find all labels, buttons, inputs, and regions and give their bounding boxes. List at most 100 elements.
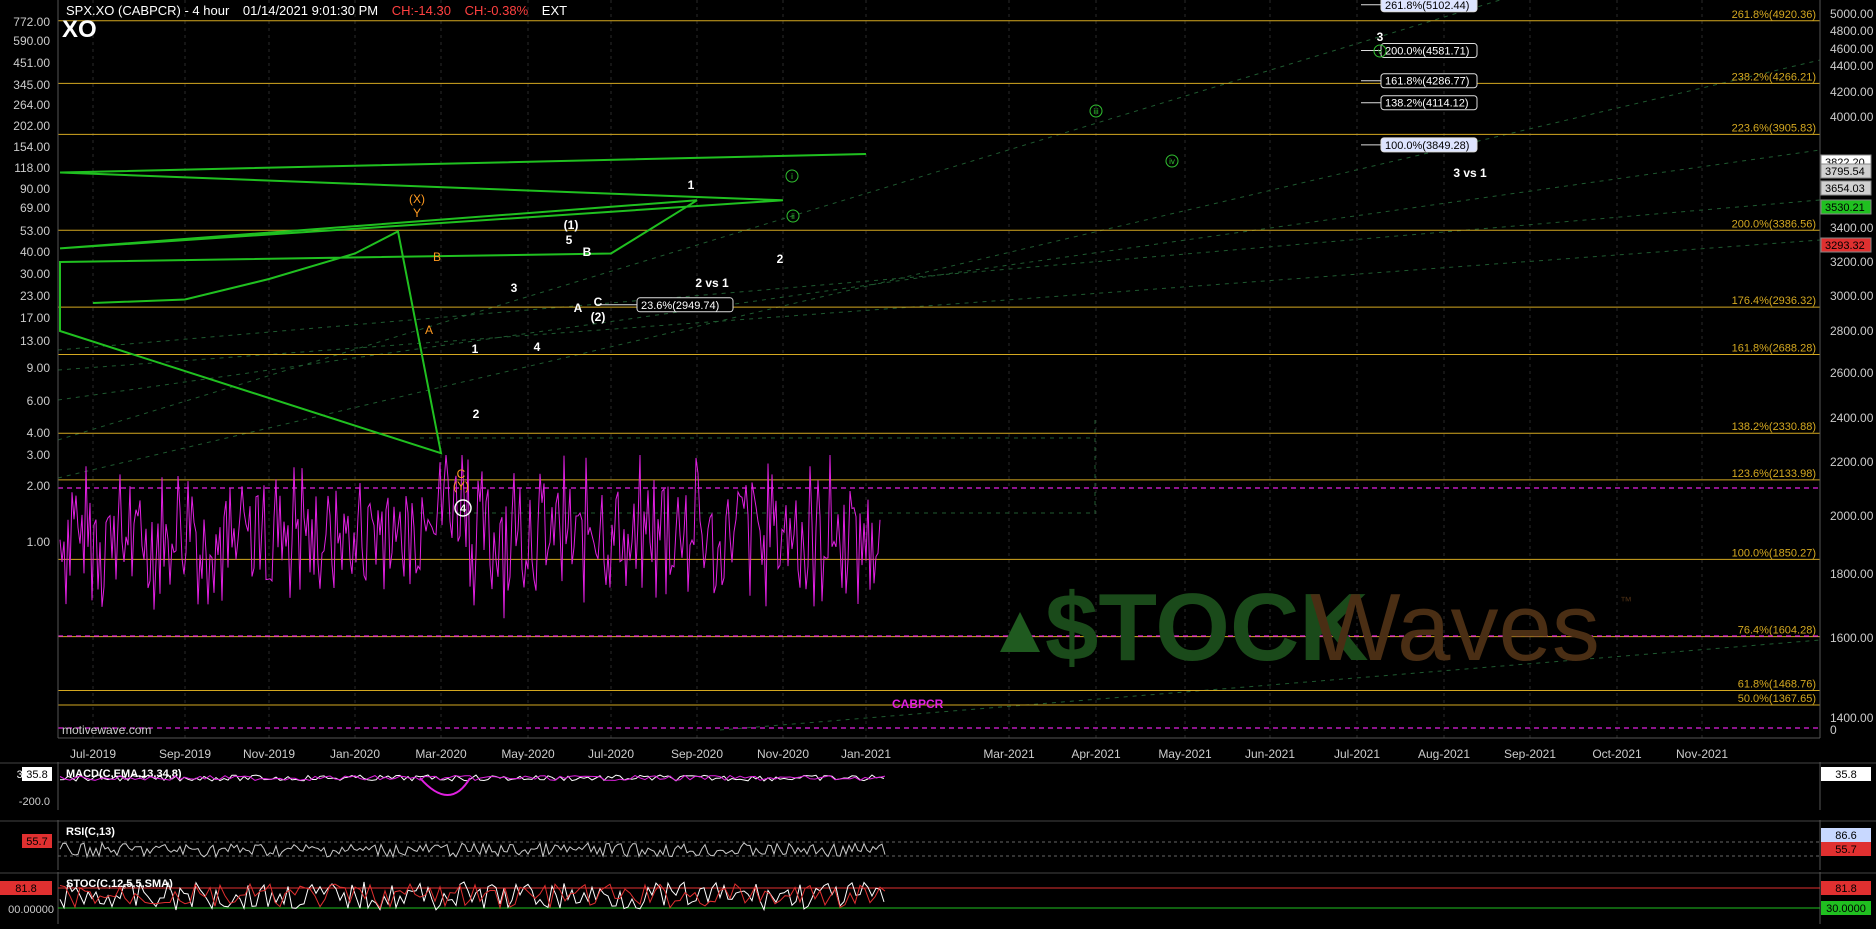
stoch-pane[interactable]: STOC(C,12,5,5,SMA) 81.8 00.00000 81.8 30.000… [0,872,1876,924]
left-tick-label: 772.00 [13,15,50,29]
wave-label-white: B [583,245,592,259]
macd-right-tag-text: 35.8 [1835,769,1856,781]
chart-header: SPX.XO (CABPCR) - 4 hour 01/14/2021 9:01… [66,3,577,18]
wave-label-orange: (Y) [453,479,469,493]
wave-label-white: 2 [777,252,784,266]
wave-label-green: iv [1169,157,1175,166]
right-tick-label: 3000.00 [1830,289,1874,303]
fib-label: 50.0%(1367.65) [1738,693,1816,705]
left-tick-label: 3.00 [27,448,51,462]
price-tag-label: 3795.54 [1825,166,1865,178]
price-tag-label: 3293.32 [1825,240,1865,252]
right-tick-label: 2600.00 [1830,366,1874,380]
target-label: 100.0%(3849.28) [1385,140,1469,152]
right-tick-label: 4000.00 [1830,110,1874,124]
right-tick-label: 1600.00 [1830,631,1874,645]
wave-label-circled: 4 [460,503,467,515]
wave-label-white: 1 [472,342,479,356]
wave-label-white: 3 vs 1 [1453,166,1487,180]
x-tick-label: Nov-2020 [757,747,809,760]
right-tick-label: 4600.00 [1830,42,1874,56]
right-tick-label: 0 [1830,723,1837,737]
x-tick-label: Jul-2021 [1334,747,1380,760]
wave-label-orange: Y [413,206,421,220]
macd-chart[interactable]: MACD(C,EMA,13,34,8)35.835.8-200.035.8 [0,762,1876,810]
macd-left-tag-text: 35.8 [26,769,47,781]
wave-label-white: C [594,295,603,309]
left-tick-label: 345.00 [13,78,50,92]
fib-label: 61.8%(1468.76) [1738,678,1816,690]
wave-label-green: ii [791,212,795,221]
rsi-chart[interactable]: RSI(C,13) 55.7 86.6 55.7 [0,820,1876,870]
x-tick-label: Mar-2020 [415,747,467,760]
wave-label-white: 3 [511,281,518,295]
price-tag-label: 3530.21 [1825,202,1865,214]
fib-label: 138.2%(2330.88) [1732,421,1816,433]
pane-bg [0,762,1876,810]
wave-label-white: 2 vs 1 [695,276,729,290]
left-tick-label: 264.00 [13,98,50,112]
left-tick-label: 90.00 [20,182,50,196]
wave-label-white: 2 [473,407,480,421]
x-tick-label: May-2020 [501,747,555,760]
pane-title: RSI(C,13) [66,826,115,838]
right-tick-label: 2800.00 [1830,324,1874,338]
logo-tm: ™ [1620,594,1632,608]
x-tick-label: Oct-2021 [1592,747,1642,760]
macd-pane[interactable]: MACD(C,EMA,13,34,8)35.835.8-200.035.8 [0,762,1876,810]
right-tick-label: 4800.00 [1830,24,1874,38]
wave-label-white: 4 [534,340,541,354]
target-label: 161.8%(4286.77) [1385,76,1469,88]
wave-label-white: A [574,301,583,315]
left-tick-label: 53.00 [20,224,50,238]
left-tick-label: 1.00 [27,535,51,549]
x-tick-label: Nov-2021 [1676,747,1728,760]
wave-label-white: 1 [688,178,695,192]
left-tick-label: 2.00 [27,479,51,493]
x-tick-label: Jul-2020 [588,747,634,760]
x-tick-label: Apr-2021 [1071,747,1121,760]
fib-label: 238.2%(4266.21) [1732,71,1816,83]
short-symbol: XO [62,16,97,43]
fib-label: 223.6%(3905.83) [1732,122,1816,134]
left-tick-label: 6.00 [27,394,51,408]
target-label: 200.0%(4581.71) [1385,46,1469,58]
rsi-left-tag-text: 55.7 [26,836,47,848]
left-tick-label: 451.00 [13,56,50,70]
left-tick-label: 202.00 [13,119,50,133]
right-tick-label: 5000.00 [1830,7,1874,21]
left-tick-label: 590.00 [13,34,50,48]
change-pct-label: CH:-0.38% [464,3,529,18]
left-tick-label: 118.00 [14,161,50,175]
x-tick-label: Sep-2020 [671,747,723,760]
right-tick-label: 4400.00 [1830,59,1874,73]
target-label: 138.2%(4114.12) [1385,98,1469,110]
x-tick-label: Jan-2020 [330,747,380,760]
wave-label-white: 3 [1377,30,1384,44]
session-label: EXT [541,3,568,18]
wave-label-orange: A [425,323,433,337]
wave-label-white: 5 [566,233,573,247]
fib-label: 176.4%(2936.32) [1732,295,1816,307]
x-tick-label: Aug-2021 [1418,747,1470,760]
left-tick-label: 4.00 [27,426,51,440]
wave-label-green: iii [1093,107,1099,116]
fib-label: 76.4%(1604.28) [1738,625,1816,637]
rsi-right-tag-text: 86.6 [1835,830,1856,842]
stoch-right-tag-text: 30.0000 [1826,903,1866,915]
x-tick-label: May-2021 [1158,747,1212,760]
stoch-chart[interactable]: STOC(C,12,5,5,SMA)81.800.0000081.830.000… [0,872,1876,924]
fib-label: 200.0%(3386.56) [1732,218,1816,230]
price-chart[interactable]: 261.8%(4920.36) 238.2%(4266.21) 223.6%(390… [0,0,1876,761]
target-label: 23.6%(2949.74) [641,300,719,312]
stoch-left-axis: 00.00000 [8,904,54,916]
wave-label-green: i [791,172,793,181]
stoch-left-tag-text: 81.8 [15,883,36,895]
x-tick-label: Jul-2019 [70,747,116,760]
main-price-pane[interactable]: 261.8%(4920.36) 238.2%(4266.21) 223.6%(390… [0,0,1876,761]
pane-bg [0,820,1876,870]
right-tick-label: 3400.00 [1830,221,1874,235]
right-tick-label: 4200.00 [1830,85,1874,99]
rsi-pane[interactable]: RSI(C,13) 55.7 86.6 55.7 [0,820,1876,870]
right-tick-label: 2000.00 [1830,509,1874,523]
